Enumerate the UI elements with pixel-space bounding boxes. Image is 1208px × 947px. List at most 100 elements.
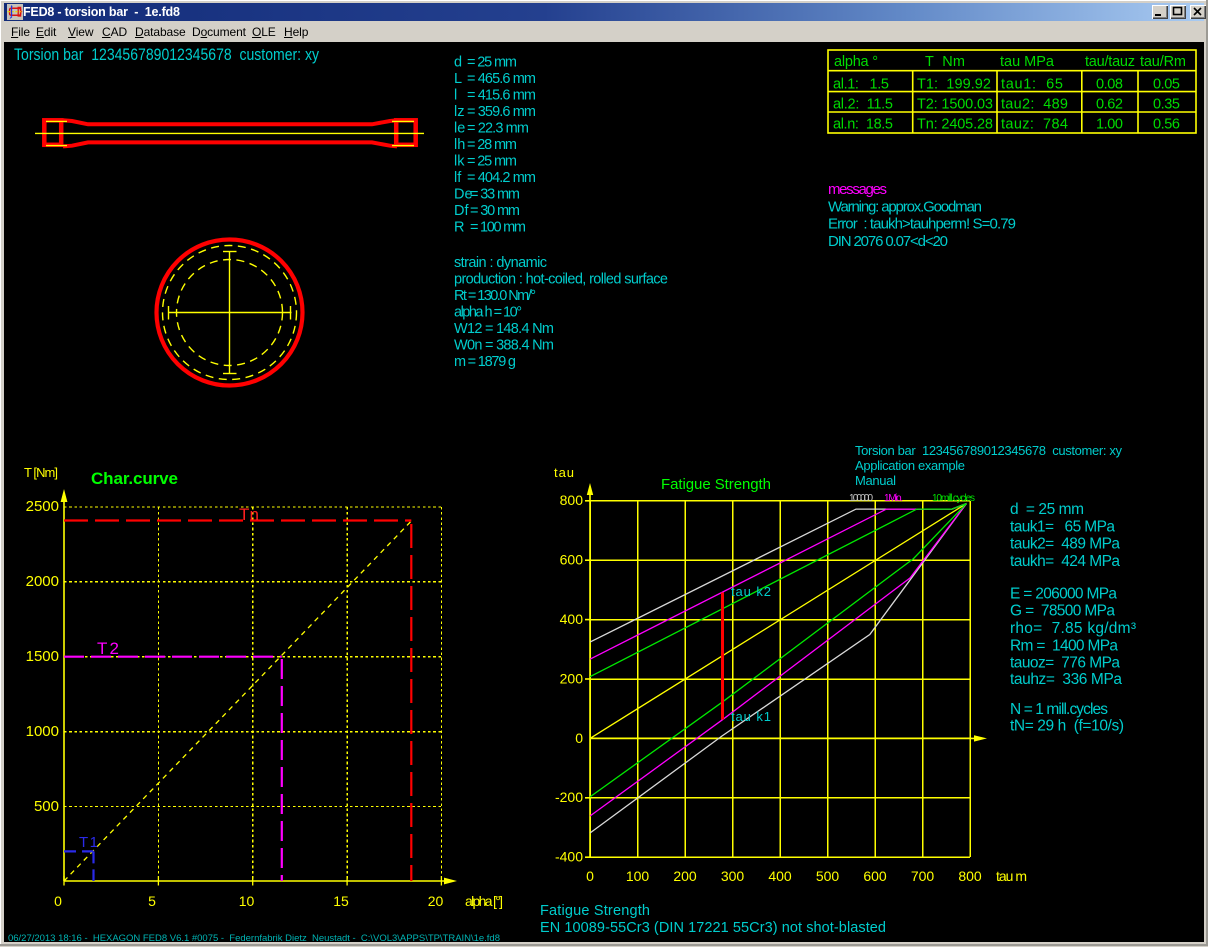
- svg-text:T Nm: T Nm: [925, 54, 965, 70]
- svg-text:N = 1 mill.cycles: N = 1 mill.cycles: [1010, 701, 1108, 718]
- svg-text:200: 200: [673, 868, 697, 884]
- svg-text:alpha [°]: alpha [°]: [465, 893, 503, 909]
- svg-text:Char.curve: Char.curve: [91, 469, 178, 488]
- svg-text:300: 300: [721, 868, 745, 884]
- svg-text:EN 10089-55Cr3 (DIN 17221 55Cr: EN 10089-55Cr3 (DIN 17221 55Cr3) not sho…: [540, 920, 886, 936]
- svg-text:100: 100: [626, 868, 650, 884]
- svg-text:tau/Rm: tau/Rm: [1140, 54, 1186, 70]
- svg-text:= 25 mm: = 25 mm: [467, 154, 517, 170]
- svg-text:700: 700: [911, 868, 935, 884]
- svg-text:= 22.3 mm: = 22.3 mm: [467, 121, 529, 137]
- svg-text:W0n = 388.4 Nm: W0n = 388.4 Nm: [454, 338, 554, 354]
- svg-text:-200: -200: [555, 789, 583, 805]
- svg-text:= 465.6 mm: = 465.6 mm: [467, 71, 536, 87]
- svg-text:0: 0: [586, 868, 594, 884]
- svg-text:l: l: [454, 88, 457, 104]
- svg-text:0.35: 0.35: [1153, 96, 1180, 112]
- svg-text:Error : taukh>tauhperm! S=0.7: Error : taukh>tauhperm! S=0.79: [828, 216, 1016, 233]
- svg-text:600: 600: [560, 552, 584, 568]
- svg-text:lh: lh: [454, 137, 465, 153]
- svg-text:0.08: 0.08: [1096, 76, 1123, 92]
- svg-text:600: 600: [863, 868, 887, 884]
- svg-text:-400: -400: [555, 849, 583, 865]
- svg-text:T1: 199.92: T1: 199.92: [917, 76, 991, 92]
- svg-text:400: 400: [560, 611, 584, 627]
- svg-text:rho= 7.85 kg/dm³: rho= 7.85 kg/dm³: [1010, 620, 1136, 637]
- svg-text:T1: T1: [79, 834, 98, 851]
- svg-text:lf: lf: [454, 170, 462, 186]
- svg-text:Tn: Tn: [239, 505, 259, 524]
- svg-text:Application example: Application example: [855, 458, 965, 473]
- svg-text:= 100 mm: = 100 mm: [470, 220, 526, 236]
- svg-text:15: 15: [333, 893, 349, 909]
- svg-text:al.2: 11.5: al.2: 11.5: [833, 96, 893, 112]
- svg-text:lk: lk: [454, 154, 465, 170]
- svg-text:1500: 1500: [26, 648, 59, 665]
- svg-text:L: L: [454, 71, 462, 87]
- svg-text:400: 400: [768, 868, 792, 884]
- svg-text:Warning: approx.Goodman: Warning: approx.Goodman: [828, 199, 982, 216]
- svg-text:T2: 1500.03: T2: 1500.03: [917, 96, 993, 112]
- svg-text:2000: 2000: [26, 573, 59, 590]
- svg-text:1Mio.: 1Mio.: [884, 493, 903, 504]
- svg-text:Df: Df: [454, 203, 469, 219]
- svg-text:Manual: Manual: [855, 473, 896, 488]
- svg-text:0.56: 0.56: [1153, 117, 1180, 133]
- svg-text:tau/tauz: tau/tauz: [1085, 54, 1135, 70]
- svg-text:tau k1: tau k1: [731, 709, 771, 724]
- svg-text:0.62: 0.62: [1096, 96, 1123, 112]
- svg-text:Tn: 2405.28: Tn: 2405.28: [917, 117, 993, 133]
- svg-text:= 404.2 mm: = 404.2 mm: [467, 170, 536, 186]
- svg-text:tau m: tau m: [996, 868, 1027, 884]
- svg-text:tau k2: tau k2: [731, 584, 771, 599]
- svg-text:= 30 mm: = 30 mm: [470, 203, 520, 219]
- svg-text:= 28 mm: = 28 mm: [467, 137, 517, 153]
- svg-text:200: 200: [560, 670, 584, 686]
- svg-text:= 359.6 mm: = 359.6 mm: [467, 104, 536, 120]
- svg-text:= 33 mm: = 33 mm: [470, 187, 520, 203]
- svg-text:0: 0: [54, 893, 62, 909]
- svg-text:al.1: 1.5: al.1: 1.5: [833, 76, 889, 92]
- svg-text:tauk2= 489 MPa: tauk2= 489 MPa: [1010, 536, 1120, 553]
- svg-text:5: 5: [148, 893, 156, 909]
- svg-text:T [Nm]: T [Nm]: [24, 465, 58, 480]
- svg-text:100000: 100000: [849, 493, 873, 504]
- svg-text:= 415.6 mm: = 415.6 mm: [467, 88, 536, 104]
- svg-text:d: d: [454, 55, 462, 71]
- svg-text:d = 25 mm: d = 25 mm: [1010, 501, 1084, 518]
- svg-text:Rt = 130.0 Nm/°: Rt = 130.0 Nm/°: [454, 288, 536, 304]
- svg-text:taukh= 424 MPa: taukh= 424 MPa: [1010, 553, 1120, 570]
- svg-text:20: 20: [428, 893, 444, 909]
- svg-text:tau: tau: [554, 465, 574, 480]
- svg-text:1000: 1000: [26, 723, 59, 740]
- svg-text:500: 500: [816, 868, 840, 884]
- svg-text:10: 10: [239, 893, 255, 909]
- svg-text:2500: 2500: [26, 498, 59, 515]
- svg-text:alpha h = 10°: alpha h = 10°: [454, 305, 522, 321]
- svg-text:alpha °: alpha °: [834, 54, 878, 70]
- svg-text:al.n: 18.5: al.n: 18.5: [833, 117, 893, 133]
- svg-text:1.00: 1.00: [1096, 117, 1123, 133]
- svg-text:0: 0: [575, 730, 583, 746]
- svg-text:Torsion bar 12345678901234567: Torsion bar 123456789012345678 customer:…: [855, 443, 1123, 458]
- svg-text:tauk1= 65 MPa: tauk1= 65 MPa: [1010, 518, 1115, 535]
- svg-text:E = 206000 MPa: E = 206000 MPa: [1010, 586, 1117, 603]
- svg-text:tauoz= 776 MPa: tauoz= 776 MPa: [1010, 654, 1120, 671]
- svg-text:G = 78500 MPa: G = 78500 MPa: [1010, 603, 1115, 620]
- svg-text:messages: messages: [828, 181, 887, 198]
- svg-text:tau1: 65: tau1: 65: [1001, 76, 1063, 92]
- svg-text:tauz: 784: tauz: 784: [1001, 117, 1068, 133]
- svg-text:DIN 2076 0.07<d<20: DIN 2076 0.07<d<20: [828, 233, 948, 250]
- svg-text:= 25 mm: = 25 mm: [467, 55, 517, 71]
- svg-text:m = 1879 g: m = 1879 g: [454, 354, 516, 370]
- svg-text:R: R: [454, 220, 464, 236]
- svg-text:500: 500: [34, 798, 59, 815]
- svg-text:06/27/2013 18:16 - HEXAGON FE: 06/27/2013 18:16 - HEXAGON FED8 V6.1 #00…: [8, 933, 500, 942]
- svg-text:800: 800: [958, 868, 982, 884]
- svg-text:tN= 29 h (f=10/s): tN= 29 h (f=10/s): [1010, 718, 1124, 735]
- svg-text:Torsion bar 12345678901234567: Torsion bar 123456789012345678 customer:…: [14, 45, 319, 64]
- svg-text:0.05: 0.05: [1153, 76, 1180, 92]
- svg-text:Rm = 1400 MPa: Rm = 1400 MPa: [1010, 637, 1118, 654]
- svg-text:T2: T2: [97, 639, 119, 658]
- svg-text:tauhz= 336 MPa: tauhz= 336 MPa: [1010, 671, 1122, 688]
